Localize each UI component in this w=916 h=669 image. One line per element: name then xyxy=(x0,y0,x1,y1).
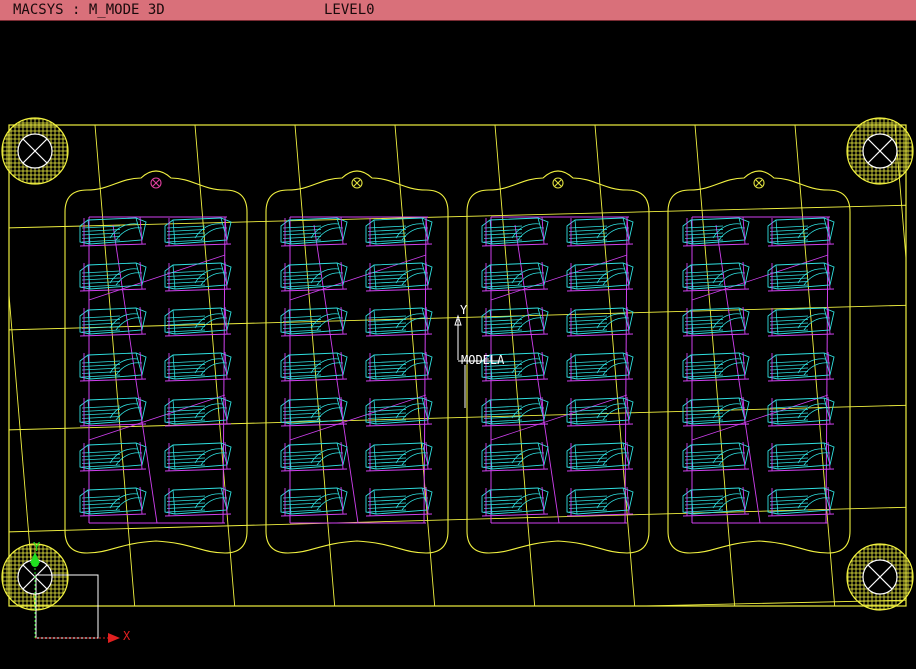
runner-line xyxy=(691,394,829,441)
grid-line xyxy=(394,125,436,606)
model-name-label: MODELA xyxy=(461,353,505,367)
hang-tab-marker-icon xyxy=(150,177,162,189)
molded-part xyxy=(365,486,433,517)
molded-part xyxy=(79,351,147,382)
molded-part xyxy=(767,486,835,517)
runner-line xyxy=(289,394,427,441)
hang-tab-marker-icon xyxy=(753,177,765,189)
molded-part xyxy=(566,306,634,337)
world-axis-triad: X Y xyxy=(30,540,131,643)
grid-line xyxy=(9,125,25,126)
model-axis-indicator: Y MODELA xyxy=(454,303,505,408)
molded-part xyxy=(566,486,634,517)
grid-line xyxy=(94,125,136,606)
molded-part xyxy=(767,261,835,292)
app-mode-label: MACSYS : M_MODE 3D xyxy=(13,2,165,18)
runner-line xyxy=(490,254,628,301)
hang-tab-marker-icon xyxy=(351,177,363,189)
runner-line xyxy=(715,224,761,524)
runner-line xyxy=(88,394,226,441)
molded-part xyxy=(682,261,750,292)
grid-line xyxy=(9,289,36,606)
runner-line xyxy=(490,394,628,441)
molded-part xyxy=(481,486,549,517)
molded-part xyxy=(481,441,549,472)
molded-part xyxy=(280,441,348,472)
molded-part xyxy=(280,261,348,292)
corner-fixture xyxy=(846,117,914,185)
molded-part xyxy=(164,306,232,337)
molded-part xyxy=(280,486,348,517)
grid-line xyxy=(621,599,906,606)
cavity-panel xyxy=(667,170,851,554)
grid-line xyxy=(494,125,536,606)
molded-part xyxy=(481,261,549,292)
runner-line xyxy=(514,224,560,524)
corner-fixture xyxy=(846,543,914,611)
grid-line xyxy=(9,506,906,533)
hang-tab-marker-icon xyxy=(552,177,564,189)
molded-part xyxy=(566,351,634,382)
molded-part xyxy=(767,441,835,472)
model-axis-y-label: Y xyxy=(460,303,468,317)
molded-part xyxy=(79,216,147,247)
runner-line xyxy=(313,224,359,524)
molded-part xyxy=(365,306,433,337)
mold-plate-outline xyxy=(8,124,907,607)
corner-fixture xyxy=(1,117,69,185)
molded-part xyxy=(365,261,433,292)
cavity-panel xyxy=(265,170,449,554)
molded-part xyxy=(365,351,433,382)
world-axis-y-label: Y xyxy=(33,540,41,554)
world-axis-x-label: X xyxy=(123,629,131,643)
molded-part xyxy=(79,486,147,517)
molded-part xyxy=(79,441,147,472)
molded-part xyxy=(280,216,348,247)
molded-part xyxy=(79,396,147,427)
molded-part xyxy=(164,351,232,382)
molded-part xyxy=(481,306,549,337)
molded-part xyxy=(164,216,232,247)
molded-part xyxy=(79,261,147,292)
molded-part xyxy=(481,396,549,427)
runner-line xyxy=(88,254,226,301)
molded-part xyxy=(566,216,634,247)
x-axis-arrow-icon xyxy=(108,633,120,643)
molded-part xyxy=(365,216,433,247)
corner-fixtures xyxy=(1,117,914,611)
cad-viewport[interactable]: Y MODELA X Y xyxy=(0,21,916,665)
molded-part xyxy=(164,261,232,292)
title-bar: MACSYS : M_MODE 3D LEVEL0 xyxy=(0,0,916,21)
molded-part xyxy=(682,441,750,472)
cad-canvas[interactable]: Y MODELA X Y xyxy=(0,21,916,665)
level-label: LEVEL0 xyxy=(324,2,375,18)
runner-line xyxy=(289,254,427,301)
cavity-panels xyxy=(64,170,851,554)
molded-part xyxy=(566,261,634,292)
runner-line xyxy=(112,224,158,524)
molded-part xyxy=(767,306,835,337)
molded-part xyxy=(481,216,549,247)
molded-part xyxy=(164,486,232,517)
molded-part xyxy=(682,216,750,247)
grid-line xyxy=(694,125,736,606)
molded-part xyxy=(767,351,835,382)
molded-part xyxy=(79,306,147,337)
molded-part xyxy=(767,216,835,247)
cavity-panel xyxy=(64,170,248,554)
